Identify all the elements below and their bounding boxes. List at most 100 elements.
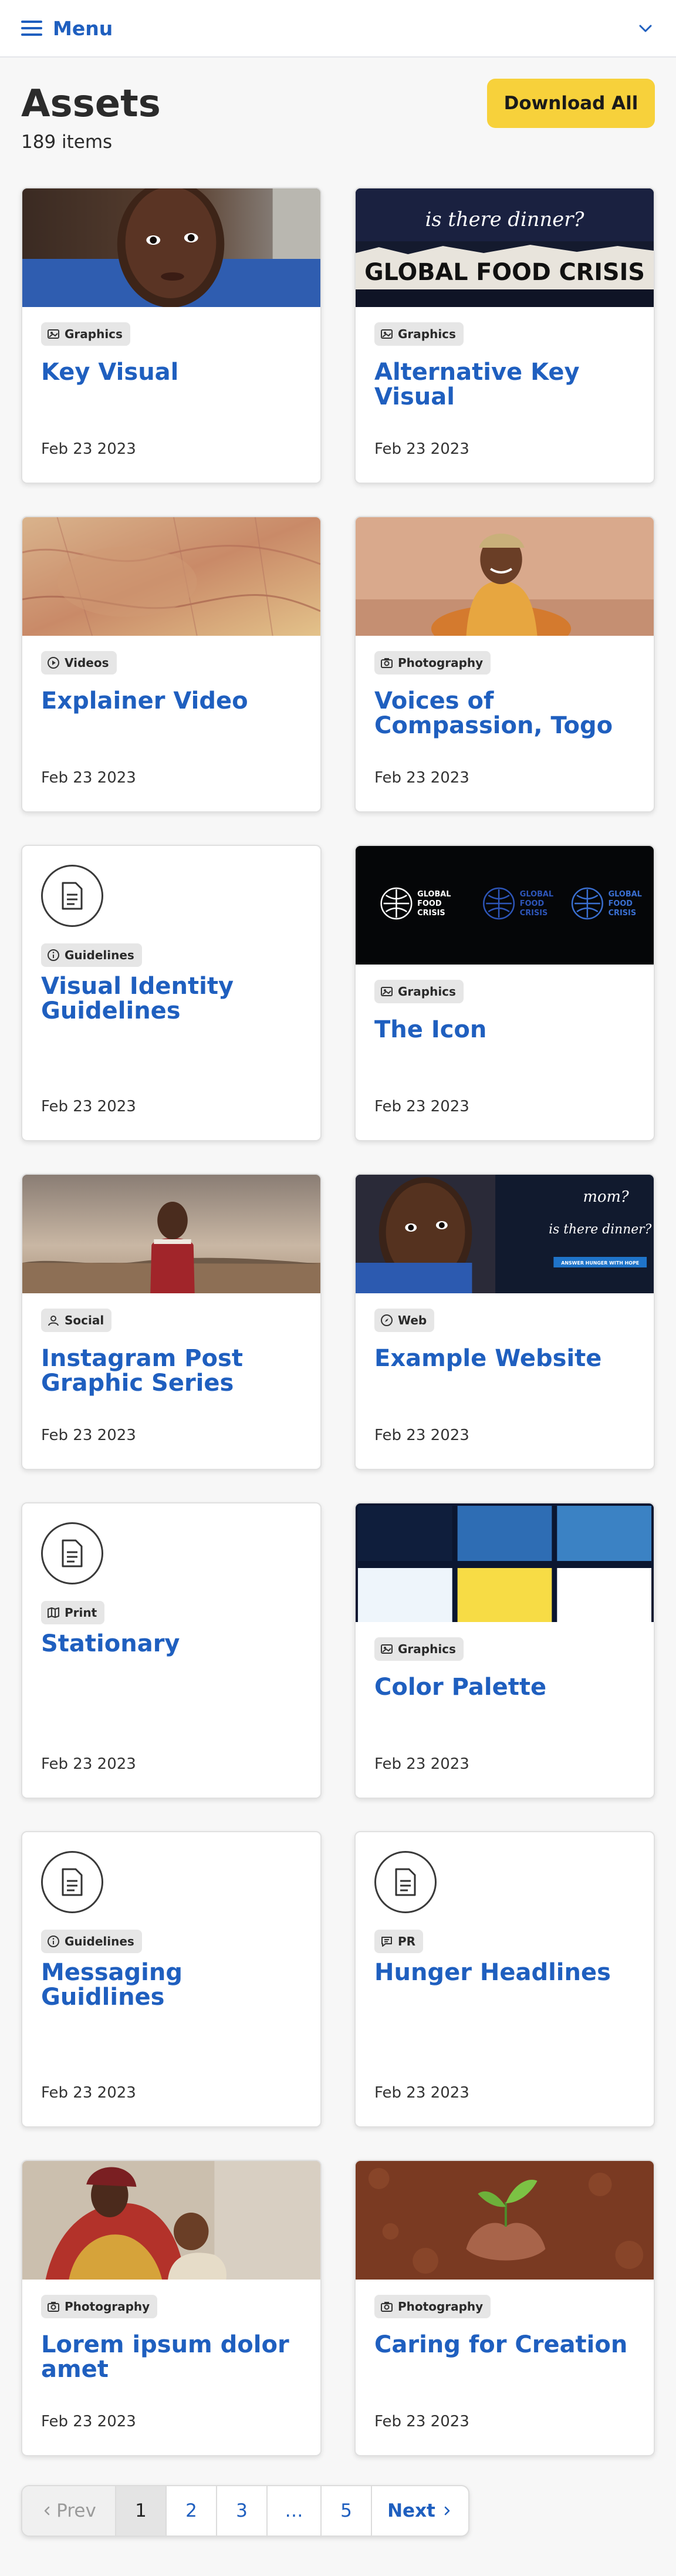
asset-card-caring-for-creation[interactable]: Photography Caring for Creation Feb 23 2… [354, 2160, 655, 2456]
boy-red-sweater-photo [22, 1175, 320, 1293]
page-2-button[interactable]: 2 [167, 2486, 217, 2535]
asset-card-hunger-headlines[interactable]: PR Hunger Headlines Feb 23 2023 [354, 1831, 655, 2127]
next-page-button[interactable]: Next [372, 2486, 468, 2535]
category-label: Photography [65, 2299, 150, 2314]
menu-button[interactable]: Menu [21, 17, 113, 40]
asset-title[interactable]: Voices of Compassion, Togo [374, 689, 636, 738]
website-hero-photo: mom? is there dinner? ANSWER HUNGER WITH… [356, 1175, 654, 1293]
chevron-down-icon[interactable] [636, 19, 655, 38]
next-label: Next [387, 2500, 435, 2521]
global-food-crisis-logos: GLOBAL FOOD CRISIS GLOBAL FOOD CRISIS GL… [356, 846, 654, 965]
asset-card-instagram-post[interactable]: Social Instagram Post Graphic Series Feb… [21, 1174, 322, 1470]
asset-card-messaging-guidelines[interactable]: Guidelines Messaging Guidlines Feb 23 20… [21, 1831, 322, 2127]
asset-card-alternative-key-visual[interactable]: is there dinner? GLOBAL FOOD CRISIS Grap… [354, 187, 655, 484]
page-3-button[interactable]: 3 [217, 2486, 268, 2535]
asset-date: Feb 23 2023 [374, 1755, 469, 1773]
category-badge: Videos [41, 651, 117, 675]
page-1-button[interactable]: 1 [116, 2486, 167, 2535]
chat-icon [381, 1937, 392, 1947]
page-5-button[interactable]: 5 [322, 2486, 372, 2535]
document-icon [41, 1522, 103, 1584]
asset-title[interactable]: Stationary [41, 1631, 303, 1656]
asset-date: Feb 23 2023 [41, 769, 136, 787]
global-food-crisis-banner: is there dinner? GLOBAL FOOD CRISIS [356, 188, 654, 307]
category-label: Photography [398, 656, 484, 670]
asset-date: Feb 23 2023 [374, 769, 469, 787]
asset-title[interactable]: Caring for Creation [374, 2332, 636, 2357]
asset-title[interactable]: Color Palette [374, 1675, 636, 1700]
child-closeup-photo [22, 188, 320, 307]
asset-card-the-icon[interactable]: GLOBAL FOOD CRISIS GLOBAL FOOD CRISIS GL… [354, 845, 655, 1141]
svg-text:CRISIS: CRISIS [520, 909, 548, 918]
asset-date: Feb 23 2023 [374, 1098, 469, 1115]
category-label: Photography [398, 2299, 484, 2314]
asset-card-key-visual[interactable]: Graphics Key Visual Feb 23 2023 [21, 187, 322, 484]
document-icon [41, 1851, 103, 1913]
category-label: Videos [65, 656, 109, 670]
document-icon [374, 1851, 437, 1913]
category-badge: Graphics [41, 322, 130, 346]
mother-child-photo [22, 2161, 320, 2280]
asset-card-voices-of-compassion[interactable]: Photography Voices of Compassion, Togo F… [354, 516, 655, 812]
info-icon [48, 949, 59, 961]
asset-title[interactable]: Alternative Key Visual [374, 360, 636, 409]
asset-title[interactable]: Lorem ipsum dolor amet [41, 2332, 303, 2382]
hamburger-icon [21, 21, 42, 36]
prev-page-button[interactable]: Prev [22, 2486, 116, 2535]
compass-icon [381, 1314, 393, 1326]
category-label: Guidelines [65, 948, 134, 962]
asset-card-color-palette[interactable]: Graphics Color Palette Feb 23 2023 [354, 1502, 655, 1799]
category-badge: Social [41, 1309, 112, 1332]
category-badge: Print [41, 1601, 105, 1624]
asset-title[interactable]: Example Website [374, 1346, 636, 1371]
prev-label: Prev [56, 2500, 96, 2521]
asset-date: Feb 23 2023 [374, 2413, 469, 2430]
svg-text:GLOBAL: GLOBAL [520, 890, 553, 899]
color-swatch [557, 1506, 652, 1561]
svg-text:mom?: mom? [583, 1188, 629, 1206]
svg-text:GLOBAL FOOD CRISIS: GLOBAL FOOD CRISIS [364, 259, 645, 286]
menu-label: Menu [53, 16, 113, 40]
asset-card-stationary[interactable]: Print Stationary Feb 23 2023 [21, 1502, 322, 1799]
asset-title[interactable]: Hunger Headlines [374, 1960, 636, 1985]
info-icon [48, 1936, 59, 1947]
item-count: 189 items [21, 132, 113, 153]
asset-title[interactable]: Instagram Post Graphic Series [41, 1346, 303, 1395]
asset-title[interactable]: The Icon [374, 1017, 636, 1042]
category-label: Web [398, 1313, 427, 1327]
category-badge: Photography [41, 2295, 158, 2318]
asset-card-visual-identity-guidelines[interactable]: Guidelines Visual Identity Guidelines Fe… [21, 845, 322, 1141]
asset-date: Feb 23 2023 [374, 440, 469, 458]
svg-text:GLOBAL: GLOBAL [417, 890, 451, 899]
chevron-right-icon [444, 2506, 450, 2516]
image-icon [381, 987, 393, 996]
svg-text:FOOD: FOOD [520, 899, 545, 908]
asset-card-explainer-video[interactable]: Videos Explainer Video Feb 23 2023 [21, 516, 322, 812]
woman-smiling-photo [356, 517, 654, 636]
asset-card-example-website[interactable]: mom? is there dinner? ANSWER HUNGER WITH… [354, 1174, 655, 1470]
svg-text:is there dinner?: is there dinner? [549, 1222, 651, 1237]
camera-icon [381, 2302, 393, 2312]
asset-title[interactable]: Key Visual [41, 360, 303, 385]
asset-title[interactable]: Messaging Guidlines [41, 1960, 303, 2009]
image-icon [381, 1644, 393, 1654]
top-navigation-bar: Menu [0, 0, 676, 58]
asset-title[interactable]: Explainer Video [41, 689, 303, 713]
asset-card-lorem-ipsum[interactable]: Photography Lorem ipsum dolor amet Feb 2… [21, 2160, 322, 2456]
hands-seedling-photo [356, 2161, 654, 2280]
asset-date: Feb 23 2023 [41, 1427, 136, 1444]
svg-text:GLOBAL: GLOBAL [609, 890, 642, 899]
svg-text:CRISIS: CRISIS [609, 909, 637, 918]
play-icon [48, 657, 59, 669]
page-title: Assets [21, 82, 161, 126]
color-palette-swatches [356, 1503, 654, 1622]
category-badge: Guidelines [41, 1930, 142, 1953]
category-badge: Graphics [374, 980, 464, 1003]
asset-title[interactable]: Visual Identity Guidelines [41, 974, 303, 1023]
color-swatch [557, 1568, 652, 1622]
category-badge: PR [374, 1930, 424, 1953]
asset-date: Feb 23 2023 [374, 1427, 469, 1444]
category-label: PR [398, 1934, 416, 1948]
svg-text:FOOD: FOOD [609, 899, 633, 908]
download-all-button[interactable]: Download All [487, 79, 655, 128]
